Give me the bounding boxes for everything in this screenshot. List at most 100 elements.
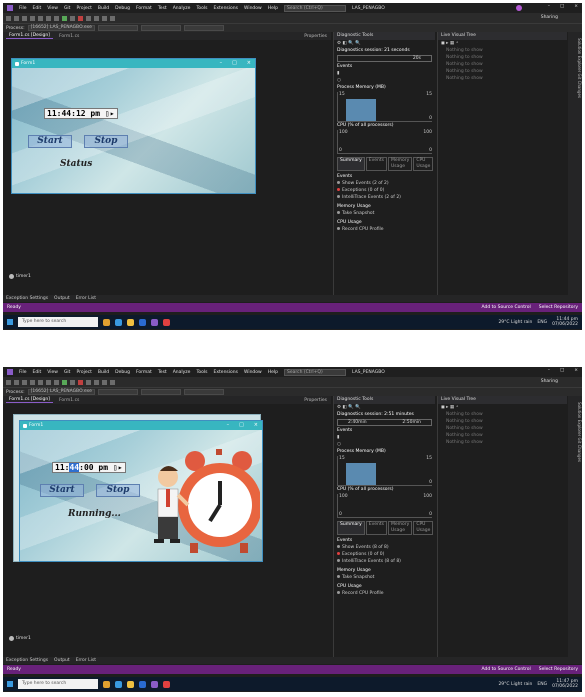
seconds[interactable]: 00 (84, 463, 94, 472)
git-changes-tab[interactable]: Git Changes (577, 74, 582, 98)
new-icon[interactable] (22, 15, 27, 21)
take-snapshot-text[interactable]: Take Snapshot (342, 575, 374, 580)
step-into-icon[interactable] (94, 379, 99, 385)
intellitrace-text[interactable]: IntelliTrace Events (2 of 2) (342, 195, 401, 200)
take-snapshot-button[interactable]: Take Snapshot (334, 210, 435, 217)
record-cpu-button[interactable]: Record CPU Profile (334, 590, 435, 597)
show-events-text[interactable]: Show Events (2 of 2) (342, 181, 389, 186)
form-maximize-icon[interactable]: □ (239, 422, 244, 428)
pause-icon[interactable] (70, 15, 75, 21)
step-over-icon[interactable] (102, 379, 107, 385)
hours[interactable]: 11 (47, 109, 57, 118)
stop-button[interactable]: Stop (84, 135, 128, 148)
taskbar-app-icon[interactable] (103, 680, 110, 688)
form-close-icon[interactable]: × (254, 422, 258, 428)
tab-events[interactable]: Events (365, 521, 387, 535)
menu-format[interactable]: Format (136, 370, 152, 375)
record-cpu-text[interactable]: Record CPU Profile (342, 227, 384, 232)
redo-icon[interactable] (54, 15, 59, 21)
solution-explorer-tab[interactable]: Solution Explorer (577, 38, 582, 72)
back-icon[interactable] (6, 15, 11, 21)
save-all-icon[interactable] (38, 15, 43, 21)
save-icon[interactable] (30, 379, 35, 385)
live-share-button[interactable]: Sharing (541, 379, 558, 384)
exceptions-text[interactable]: Exceptions (0 of 0) (342, 552, 384, 557)
form-window[interactable]: Form1 – □ × 11:44:12 pm ▯▸ Start Stop Stat… (11, 58, 256, 194)
clock[interactable]: 11:47 pm 07/06/2022 (552, 679, 578, 689)
show-events-link[interactable]: Show Events (8 of 8) (334, 544, 435, 551)
menu-window[interactable]: Window (244, 370, 262, 375)
thread-dropdown[interactable] (140, 25, 181, 31)
taskbar-search-input[interactable]: Type here to search (18, 679, 98, 689)
ampm[interactable]: pm (90, 109, 100, 118)
menu-file[interactable]: File (19, 6, 27, 11)
save-all-icon[interactable] (38, 379, 43, 385)
close-icon[interactable]: × (574, 368, 578, 373)
menu-analyze[interactable]: Analyze (173, 370, 191, 375)
tab-output[interactable]: Output (54, 658, 70, 663)
store-icon[interactable] (139, 318, 146, 326)
minutes[interactable]: 44 (69, 463, 80, 472)
menu-format[interactable]: Format (136, 6, 152, 11)
properties-tab[interactable]: Properties (304, 34, 327, 39)
stack-frame-dropdown[interactable] (183, 25, 224, 31)
tab-cpu-usage[interactable]: CPU Usage (413, 157, 434, 171)
search-input[interactable]: Search (Ctrl+Q) (283, 368, 346, 376)
menu-help[interactable]: Help (268, 370, 278, 375)
lifecycle-events-dropdown[interactable] (97, 389, 138, 395)
thread-dropdown[interactable] (140, 389, 181, 395)
live-share-button[interactable]: Sharing (541, 15, 558, 20)
select-repository-button[interactable]: Select Repository (539, 305, 578, 310)
record-cpu-text[interactable]: Record CPU Profile (342, 591, 384, 596)
stack-frame-dropdown[interactable] (183, 389, 224, 395)
weather[interactable]: 29°C Light rain (498, 320, 532, 325)
new-icon[interactable] (22, 379, 27, 385)
time-picker[interactable]: 11:44:12 pm ▯▸ (44, 108, 118, 119)
forward-icon[interactable] (14, 15, 19, 21)
menu-tools[interactable]: Tools (196, 370, 207, 375)
minimize-icon[interactable]: – (548, 4, 550, 9)
clock[interactable]: 11:44 pm 07/06/2022 (552, 317, 578, 327)
menu-project[interactable]: Project (76, 6, 91, 11)
form-close-icon[interactable]: × (247, 60, 251, 66)
menu-analyze[interactable]: Analyze (173, 6, 191, 11)
taskbar-search-input[interactable]: Type here to search (18, 317, 98, 327)
show-events-text[interactable]: Show Events (8 of 8) (342, 545, 389, 550)
time-picker[interactable]: 11:44:00 pm ▯▸ (52, 462, 126, 473)
menu-edit[interactable]: Edit (33, 6, 42, 11)
windows-start-icon[interactable] (7, 681, 13, 687)
menu-debug[interactable]: Debug (115, 370, 130, 375)
start-button[interactable]: Start (40, 484, 84, 497)
solution-explorer-tab[interactable]: Solution Explorer (577, 402, 582, 436)
restart-icon[interactable] (86, 15, 91, 21)
step-out-icon[interactable] (110, 379, 115, 385)
stop-debug-icon[interactable] (78, 15, 83, 21)
save-icon[interactable] (30, 15, 35, 21)
menu-test[interactable]: Test (158, 370, 167, 375)
process-dropdown[interactable]: [16652] LAS_PENAGBO.exe (27, 25, 95, 31)
tab-form-code[interactable]: Form1.cs (59, 34, 79, 39)
intellitrace-link[interactable]: IntelliTrace Events (2 of 2) (334, 194, 435, 201)
menu-help[interactable]: Help (268, 6, 278, 11)
take-snapshot-text[interactable]: Take Snapshot (342, 211, 374, 216)
form-minimize-icon[interactable]: – (227, 422, 230, 428)
undo-icon[interactable] (46, 379, 51, 385)
step-into-icon[interactable] (94, 15, 99, 21)
git-changes-tab[interactable]: Git Changes (577, 438, 582, 462)
tab-error-list[interactable]: Error List (76, 658, 96, 663)
menu-view[interactable]: View (47, 6, 58, 11)
maximize-icon[interactable]: □ (560, 4, 564, 9)
back-icon[interactable] (6, 379, 11, 385)
tab-exception-settings[interactable]: Exception Settings (6, 658, 48, 663)
menu-project[interactable]: Project (76, 370, 91, 375)
menu-build[interactable]: Build (98, 370, 109, 375)
tab-output[interactable]: Output (54, 296, 70, 301)
explorer-icon[interactable] (127, 680, 134, 688)
add-source-control-button[interactable]: Add to Source Control (482, 305, 531, 310)
menu-edit[interactable]: Edit (33, 370, 42, 375)
exceptions-link[interactable]: Exceptions (0 of 0) (334, 187, 435, 194)
tab-events[interactable]: Events (365, 157, 387, 171)
add-source-control-button[interactable]: Add to Source Control (482, 667, 531, 672)
seconds[interactable]: 12 (76, 109, 86, 118)
stop-button[interactable]: Stop (96, 484, 140, 497)
